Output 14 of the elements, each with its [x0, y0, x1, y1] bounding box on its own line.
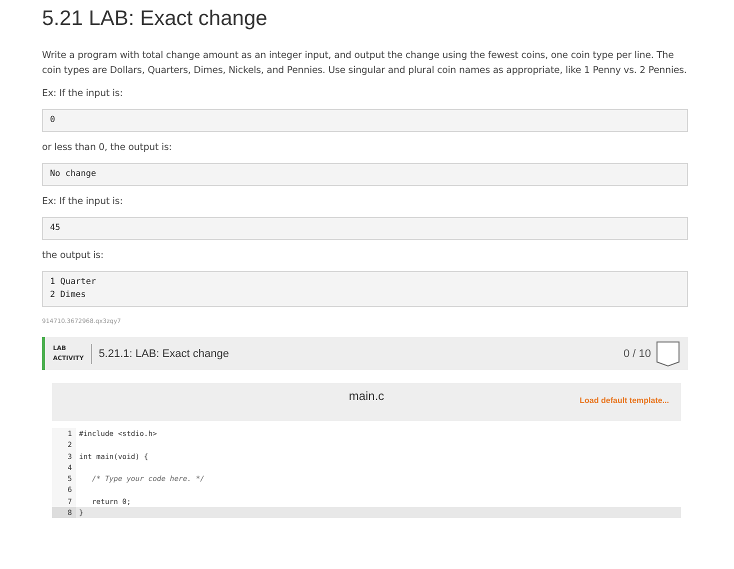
score-text: 0 / 10 — [623, 348, 651, 360]
lab-title: 5.21.1: LAB: Exact change — [98, 348, 230, 360]
instruction-text: Ex: If the input is: — [42, 195, 124, 209]
description-text: Write a program with total change amount as an integer input, and output the change using the fewest coins, one coin type per line. The coin types are Dollars, Quarters, Dimes, Nickels, and Pennies. Use singular and plural coin names as appropriate, like 1 Penny vs. 2 Pennies. — [42, 49, 688, 78]
example-code-block: 1 Quarter 2 Dimes — [42, 271, 688, 307]
example-code-block: No change — [42, 163, 688, 186]
example-code-block: 45 — [42, 217, 688, 240]
instruction-text: Ex: If the input is: — [42, 87, 124, 101]
file-name: main.c — [348, 389, 384, 405]
page-title: 5.21 LAB: Exact change — [42, 6, 268, 32]
example-code-block: 0 — [42, 109, 688, 132]
instruction-text: or less than 0, the output is: — [42, 141, 173, 155]
instruction-text: the output is: — [42, 249, 105, 263]
score-badge-icon — [656, 340, 680, 366]
